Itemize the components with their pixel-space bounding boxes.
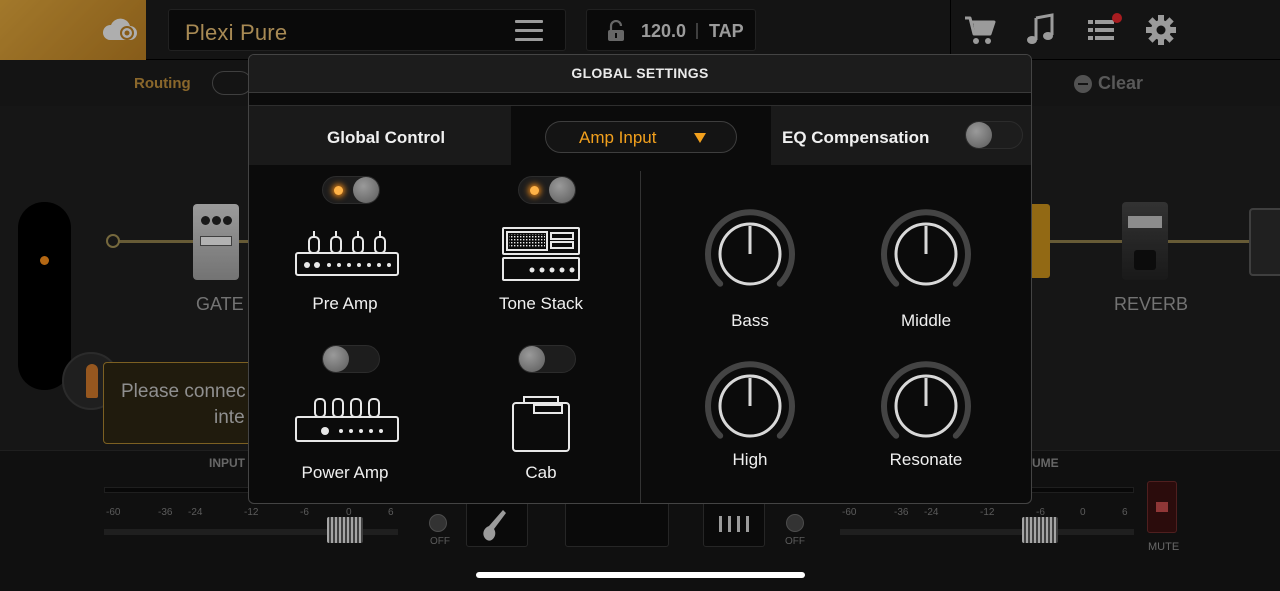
toggle-thumb <box>353 177 379 203</box>
section-divider <box>640 171 641 503</box>
global-control-label: Global Control <box>327 128 446 147</box>
pre-amp-label: Pre Amp <box>312 294 378 313</box>
pre-amp-icon <box>295 231 399 276</box>
knob-dial <box>705 209 795 287</box>
toggle-lamp <box>334 186 343 195</box>
bass-label: Bass <box>731 311 769 330</box>
middle-knob[interactable] <box>878 206 974 302</box>
tone-stack-toggle[interactable] <box>518 176 576 204</box>
pre-amp-toggle[interactable] <box>322 176 380 204</box>
modal-header: GLOBAL SETTINGS <box>249 55 1031 93</box>
cab-label: Cab <box>525 463 557 482</box>
cab-icon <box>512 396 570 452</box>
resonate-knob[interactable] <box>878 358 974 454</box>
global-settings-modal: GLOBAL SETTINGS Global Control EQ Compen… <box>248 54 1032 504</box>
toggle-thumb <box>519 346 545 372</box>
toggle-thumb <box>323 346 349 372</box>
high-knob[interactable] <box>702 358 798 454</box>
middle-label: Middle <box>900 311 952 330</box>
resonate-label: Resonate <box>889 450 963 469</box>
power-amp-label: Power Amp <box>301 463 389 482</box>
toggle-thumb <box>549 177 575 203</box>
global-control-dropdown[interactable]: Amp Input <box>545 121 737 153</box>
tone-stack-label: Tone Stack <box>498 294 584 313</box>
home-indicator[interactable] <box>476 572 805 578</box>
power-amp-toggle[interactable] <box>322 345 380 373</box>
knob-dial <box>705 361 795 439</box>
bass-knob[interactable] <box>702 206 798 302</box>
eq-compensation-toggle[interactable] <box>965 121 1023 149</box>
triangle-down-icon <box>694 133 706 143</box>
tone-stack-icon <box>502 227 580 281</box>
toggle-thumb <box>966 122 992 148</box>
modal-title: GLOBAL SETTINGS <box>571 65 709 81</box>
knob-dial <box>881 361 971 439</box>
toggle-lamp <box>530 186 539 195</box>
dropdown-value: Amp Input <box>579 128 657 147</box>
app-root: Plexi Pure 120.0 TAP Routing Clear GATE … <box>0 0 1280 591</box>
cab-toggle[interactable] <box>518 345 576 373</box>
high-label: High <box>732 450 768 469</box>
power-amp-icon <box>295 398 399 442</box>
eq-compensation-label: EQ Compensation <box>782 128 930 147</box>
knob-dial <box>881 209 971 287</box>
